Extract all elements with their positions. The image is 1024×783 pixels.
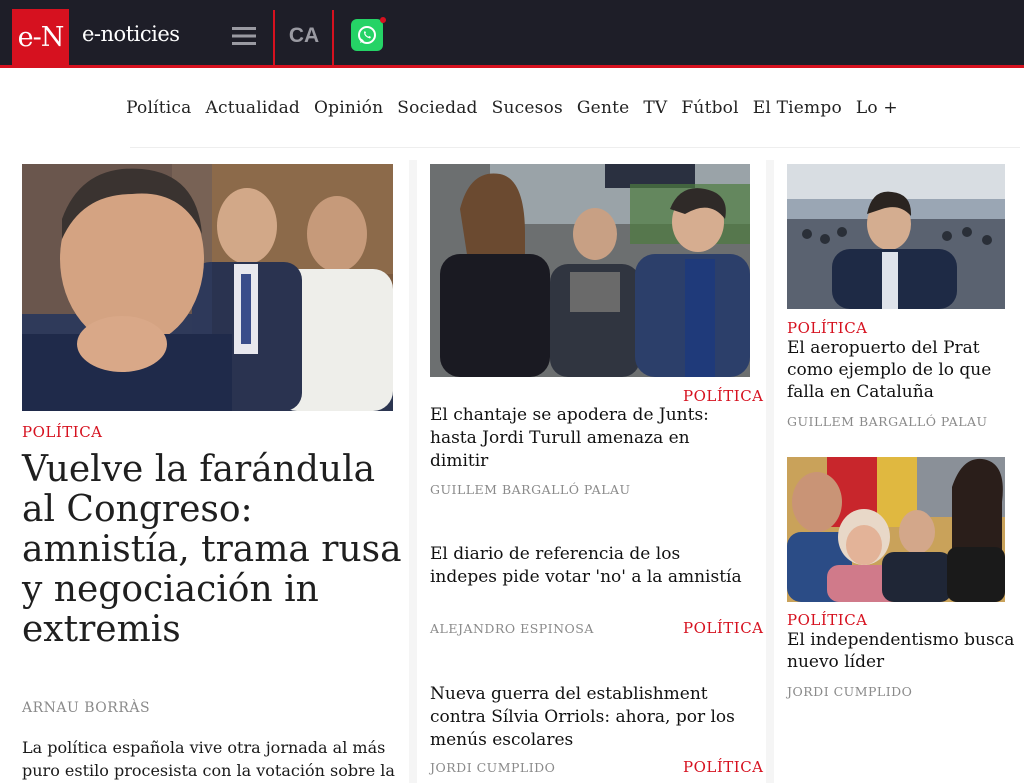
right-1-headline[interactable]: El aeropuerto del Prat como ejemplo de l… — [787, 337, 1015, 403]
notification-dot — [380, 17, 386, 23]
top-bar: e-N e-noticies CA — [0, 0, 1024, 68]
lead-story-image[interactable] — [22, 164, 393, 411]
middle-1-kicker[interactable]: POLÍTICA — [683, 387, 764, 405]
middle-2-author[interactable]: ALEJANDRO ESPINOSA — [430, 621, 594, 636]
divider — [332, 10, 334, 65]
middle-1-headline[interactable]: El chantaje se apodera de Junts: hasta J… — [430, 404, 750, 473]
right-1-author[interactable]: GUILLEM BARGALLÓ PALAU — [787, 414, 988, 429]
middle-2-headline[interactable]: El diario de referencia de los indepes p… — [430, 543, 750, 589]
right-2-image[interactable] — [787, 457, 1005, 602]
column-gutter — [766, 160, 774, 783]
nav-item-politica[interactable]: Política — [126, 98, 191, 118]
right-2-headline[interactable]: El independentismo busca nuevo líder — [787, 629, 1015, 673]
site-logo[interactable]: e-N — [12, 9, 69, 66]
middle-3-author[interactable]: JORDI CUMPLIDO — [430, 760, 555, 775]
column-gutter — [409, 160, 417, 783]
nav-item-sucesos[interactable]: Sucesos — [492, 98, 563, 118]
middle-3-kicker[interactable]: POLÍTICA — [683, 758, 764, 776]
language-toggle[interactable]: CA — [276, 20, 332, 52]
middle-1-author[interactable]: GUILLEM BARGALLÓ PALAU — [430, 482, 631, 497]
whatsapp-icon[interactable] — [351, 17, 386, 51]
nav-divider — [130, 147, 1020, 148]
middle-2-kicker[interactable]: POLÍTICA — [683, 619, 764, 637]
hamburger-menu-icon[interactable] — [224, 22, 264, 50]
divider — [273, 10, 275, 65]
nav-item-actualidad[interactable]: Actualidad — [206, 98, 301, 118]
lead-author[interactable]: ARNAU BORRÀS — [22, 700, 150, 716]
right-1-kicker[interactable]: POLÍTICA — [787, 319, 868, 337]
nav-item-futbol[interactable]: Fútbol — [681, 98, 738, 118]
right-2-author[interactable]: JORDI CUMPLIDO — [787, 684, 912, 699]
right-1-image[interactable] — [787, 164, 1005, 309]
nav-item-gente[interactable]: Gente — [577, 98, 629, 118]
lead-headline[interactable]: Vuelve la farándula al Congreso: amnistí… — [22, 450, 402, 650]
site-name[interactable]: e-noticies — [82, 22, 180, 46]
nav-item-more[interactable]: Lo + — [856, 98, 898, 118]
right-2-kicker[interactable]: POLÍTICA — [787, 611, 868, 629]
section-nav: Política Actualidad Opinión Sociedad Suc… — [0, 68, 1024, 148]
site-name-text: e-noticies — [82, 22, 180, 46]
middle-3-headline[interactable]: Nueva guerra del establishment contra Sí… — [430, 683, 750, 752]
nav-item-el-tiempo[interactable]: El Tiempo — [753, 98, 842, 118]
nav-item-opinion[interactable]: Opinión — [314, 98, 383, 118]
lead-summary: La política española vive otra jornada a… — [22, 738, 395, 780]
middle-story-image[interactable] — [430, 164, 750, 377]
nav-item-tv[interactable]: TV — [643, 98, 667, 118]
nav-item-sociedad[interactable]: Sociedad — [397, 98, 477, 118]
lead-kicker[interactable]: POLÍTICA — [22, 423, 103, 441]
